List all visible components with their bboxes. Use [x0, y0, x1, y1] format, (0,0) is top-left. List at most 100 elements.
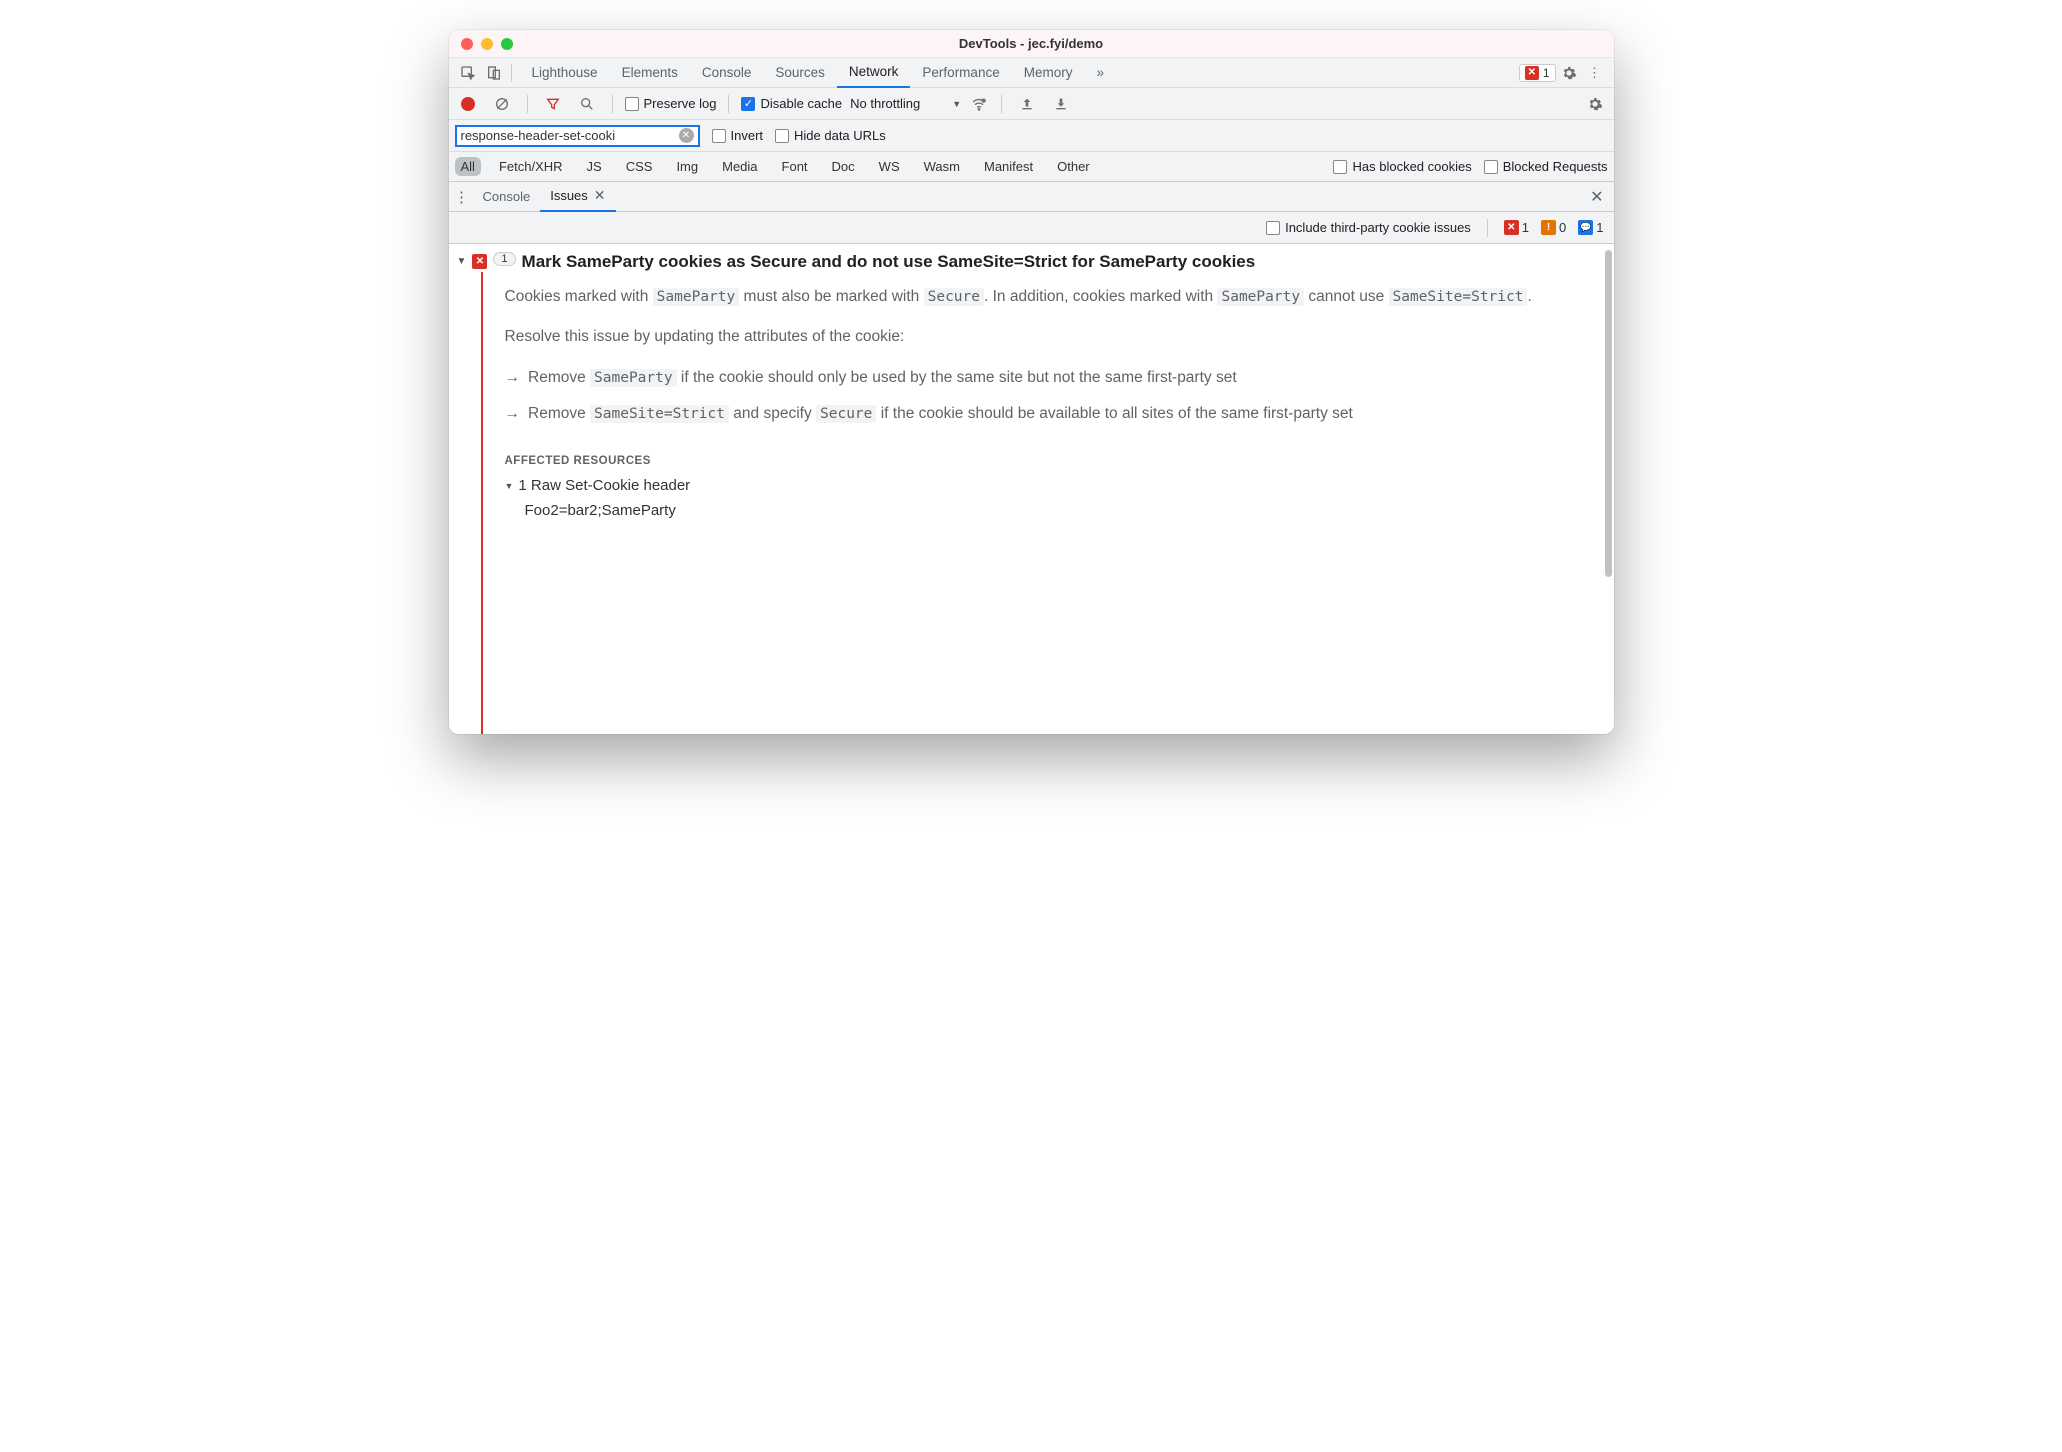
resolve-instruction: Resolve this issue by updating the attri…	[505, 324, 1600, 350]
info-icon: 💬	[1578, 220, 1593, 235]
record-icon	[461, 97, 475, 111]
download-har-icon[interactable]	[1048, 91, 1074, 117]
type-other[interactable]: Other	[1051, 157, 1096, 176]
type-img[interactable]: Img	[670, 157, 704, 176]
throttling-value: No throttling	[850, 96, 920, 111]
blocked-requests-checkbox[interactable]: Blocked Requests	[1484, 159, 1608, 174]
close-tab-icon[interactable]: ✕	[594, 187, 606, 204]
error-count: 1	[1543, 66, 1550, 80]
separator	[1001, 95, 1002, 113]
type-font[interactable]: Font	[776, 157, 814, 176]
type-wasm[interactable]: Wasm	[918, 157, 966, 176]
text: and specify	[729, 405, 816, 422]
tab-memory[interactable]: Memory	[1012, 58, 1085, 88]
affected-resources-heading: AFFECTED RESOURCES	[489, 437, 1600, 473]
error-count-badge[interactable]: ✕ 1	[1519, 64, 1556, 82]
checkbox-icon	[1333, 160, 1347, 174]
expand-triangle-icon[interactable]: ▼	[505, 481, 514, 491]
preserve-log-checkbox[interactable]: Preserve log	[625, 96, 717, 111]
clear-button[interactable]	[489, 91, 515, 117]
warning-icon: !	[1541, 220, 1556, 235]
network-settings-icon[interactable]	[1582, 91, 1608, 117]
bullet-item: → Remove SameSite=Strict and specify Sec…	[505, 401, 1600, 427]
type-js[interactable]: JS	[581, 157, 608, 176]
separator	[612, 95, 613, 113]
has-blocked-cookies-checkbox[interactable]: Has blocked cookies	[1333, 159, 1471, 174]
checkbox-icon	[1484, 160, 1498, 174]
info-issue-value: 1	[1596, 220, 1603, 235]
arrow-icon: →	[505, 401, 521, 427]
tab-lighthouse[interactable]: Lighthouse	[520, 58, 610, 88]
upload-har-icon[interactable]	[1014, 91, 1040, 117]
filter-input[interactable]	[461, 128, 679, 143]
checkbox-icon	[625, 97, 639, 111]
affected-resource-item[interactable]: ▼ 1 Raw Set-Cookie header	[489, 473, 1600, 498]
drawer-close-icon[interactable]: ✕	[1590, 187, 1611, 207]
text: .	[1527, 288, 1531, 305]
device-toolbar-icon[interactable]	[481, 60, 507, 86]
filter-row: ✕ Invert Hide data URLs	[449, 120, 1614, 152]
window-title: DevTools - jec.fyi/demo	[449, 36, 1614, 51]
disable-cache-checkbox[interactable]: ✓ Disable cache	[741, 96, 842, 111]
disable-cache-label: Disable cache	[760, 96, 842, 111]
tab-sources[interactable]: Sources	[763, 58, 837, 88]
checkbox-icon	[1266, 221, 1280, 235]
code-snippet: Secure	[816, 405, 876, 423]
network-conditions-icon[interactable]	[969, 91, 989, 117]
hide-data-urls-label: Hide data URLs	[794, 128, 886, 143]
type-manifest[interactable]: Manifest	[978, 157, 1039, 176]
type-doc[interactable]: Doc	[826, 157, 861, 176]
record-button[interactable]	[455, 91, 481, 117]
clear-filter-icon[interactable]: ✕	[679, 128, 694, 143]
type-filter-row: All Fetch/XHR JS CSS Img Media Font Doc …	[449, 152, 1614, 182]
error-issue-count[interactable]: ✕ 1	[1504, 220, 1529, 235]
hide-data-urls-checkbox[interactable]: Hide data URLs	[775, 128, 886, 143]
blocked-cookies-label: Has blocked cookies	[1352, 159, 1471, 174]
inspect-element-icon[interactable]	[455, 60, 481, 86]
separator	[1487, 219, 1488, 237]
text: Remove	[528, 369, 590, 386]
affected-resource-value: Foo2=bar2;SameParty	[489, 498, 1600, 523]
drawer-tab-console[interactable]: Console	[473, 182, 541, 212]
type-all[interactable]: All	[455, 157, 481, 176]
info-issue-count[interactable]: 💬 1	[1578, 220, 1603, 235]
settings-icon[interactable]	[1556, 60, 1582, 86]
code-snippet: SameParty	[653, 288, 740, 306]
issue-description: Cookies marked with SameParty must also …	[489, 280, 1600, 427]
kebab-menu-icon[interactable]: ⋮	[1582, 60, 1608, 86]
invert-checkbox[interactable]: Invert	[712, 128, 764, 143]
drawer-menu-icon[interactable]: ⋮	[451, 188, 473, 206]
more-tabs-button[interactable]: »	[1084, 58, 1116, 88]
issue-row[interactable]: ▼ ✕ 1 Mark SameParty cookies as Secure a…	[449, 244, 1614, 280]
third-party-label: Include third-party cookie issues	[1285, 220, 1471, 235]
type-fetch-xhr[interactable]: Fetch/XHR	[493, 157, 569, 176]
invert-label: Invert	[731, 128, 764, 143]
search-icon[interactable]	[574, 91, 600, 117]
titlebar: DevTools - jec.fyi/demo	[449, 30, 1614, 58]
third-party-checkbox[interactable]: Include third-party cookie issues	[1266, 220, 1471, 235]
code-snippet: SameSite=Strict	[1389, 288, 1528, 306]
filter-toggle-icon[interactable]	[540, 91, 566, 117]
devtools-window: DevTools - jec.fyi/demo Lighthouse Eleme…	[449, 30, 1614, 734]
drawer-tab-issues[interactable]: Issues ✕	[540, 182, 615, 212]
filter-input-wrap: ✕	[455, 125, 700, 147]
type-css[interactable]: CSS	[620, 157, 659, 176]
expand-triangle-icon[interactable]: ▼	[457, 252, 467, 267]
error-icon: ✕	[1525, 66, 1539, 80]
checkbox-checked-icon: ✓	[741, 97, 755, 111]
separator	[728, 95, 729, 113]
text: if the cookie should be available to all…	[876, 405, 1352, 422]
network-options-row: Preserve log ✓ Disable cache No throttli…	[449, 88, 1614, 120]
type-media[interactable]: Media	[716, 157, 763, 176]
tab-console[interactable]: Console	[690, 58, 764, 88]
tab-elements[interactable]: Elements	[610, 58, 690, 88]
text: must also be marked with	[739, 288, 923, 305]
type-ws[interactable]: WS	[873, 157, 906, 176]
separator	[511, 64, 512, 82]
tab-performance[interactable]: Performance	[910, 58, 1011, 88]
warn-issue-count[interactable]: ! 0	[1541, 220, 1566, 235]
throttling-select[interactable]: No throttling ▼	[850, 96, 961, 111]
text: cannot use	[1304, 288, 1388, 305]
tab-network[interactable]: Network	[837, 58, 911, 88]
text: . In addition, cookies marked with	[984, 288, 1217, 305]
